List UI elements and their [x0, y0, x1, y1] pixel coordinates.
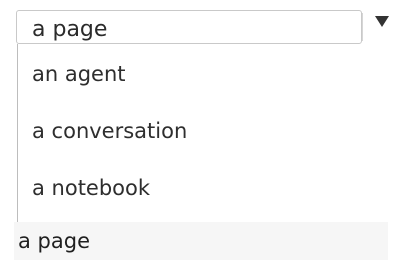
combobox-selected-value: a page [32, 17, 108, 42]
chevron-down-icon[interactable] [375, 16, 389, 27]
dropdown-screenshot: a page an agent a conversation a noteboo… [0, 0, 395, 268]
option-a-notebook[interactable]: a notebook [32, 168, 150, 208]
options-listbox: an agent a conversation a notebook [17, 44, 389, 224]
option-label: a conversation [32, 119, 188, 143]
option-a-page[interactable]: a page [14, 222, 388, 260]
option-label: a notebook [32, 176, 151, 200]
option-an-agent[interactable]: an agent [32, 54, 126, 94]
type-combobox[interactable]: a page [16, 10, 362, 44]
option-a-conversation[interactable]: a conversation [32, 111, 187, 151]
option-label: a page [18, 229, 90, 253]
option-label: an agent [32, 62, 126, 86]
combobox-divider [362, 13, 363, 41]
